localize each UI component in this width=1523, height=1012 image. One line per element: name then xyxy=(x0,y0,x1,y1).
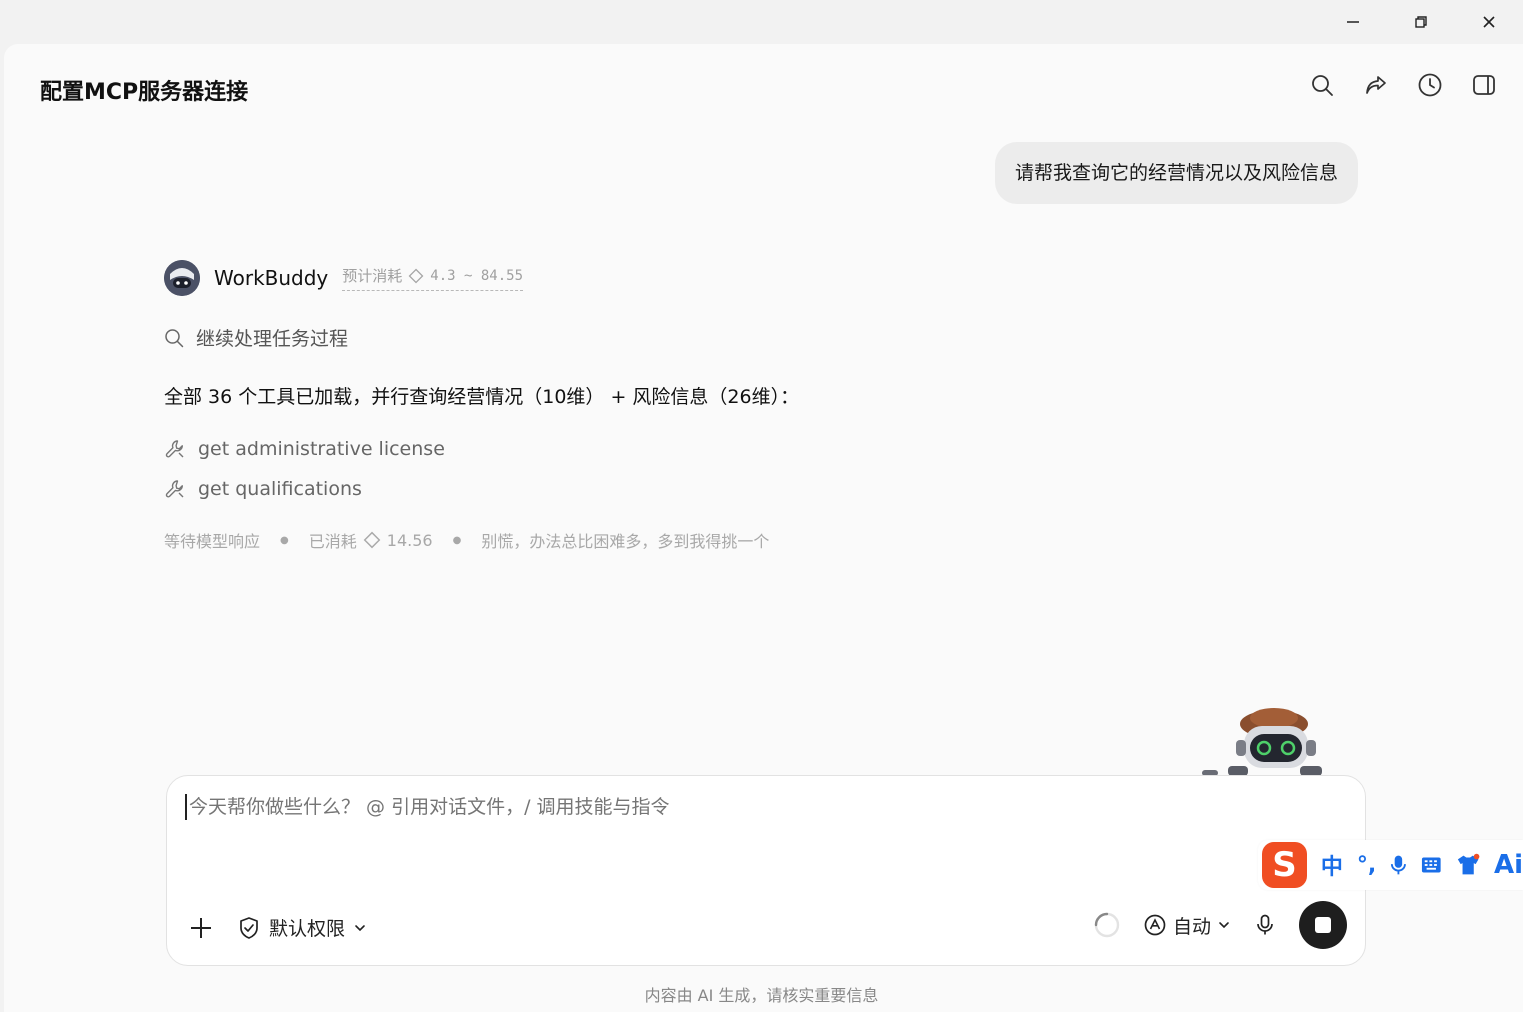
status-tip: 别慌，办法总比困难多，多到我得挑一个 xyxy=(481,532,770,551)
share-icon xyxy=(1366,76,1386,94)
composer-right-tools: 自动 xyxy=(1093,901,1347,949)
workbuddy-avatar-icon xyxy=(164,260,200,296)
close-button[interactable] xyxy=(1455,0,1523,44)
estimated-cost[interactable]: 预计消耗 4.3 ~ 84.55 xyxy=(342,265,524,291)
robot-mascot-icon xyxy=(1202,708,1322,776)
sidebar-toggle-icon xyxy=(1473,75,1495,95)
microphone-icon xyxy=(1257,914,1273,935)
status-row: 等待模型响应 ● 已消耗 14.56 ● 别慌，办法总比困难多，多到我得挑一个 xyxy=(164,528,769,552)
wrench-icon xyxy=(165,440,184,458)
tool-call-label: get administrative license xyxy=(198,438,445,460)
ime-toolbar: S 中 °, Ai xyxy=(1258,840,1523,890)
loading-spinner-icon xyxy=(1094,912,1120,938)
restore-button[interactable] xyxy=(1387,0,1455,44)
restore-icon xyxy=(1415,16,1427,28)
history-icon xyxy=(1418,73,1442,97)
share-button[interactable] xyxy=(1363,72,1389,98)
agent-name: WorkBuddy xyxy=(214,266,329,290)
consumed-label: 已消耗 xyxy=(308,532,357,551)
continue-task-row[interactable]: 继续处理任务过程 xyxy=(164,324,348,351)
mode-selector[interactable]: 自动 xyxy=(1143,912,1231,939)
tools-loaded-message: 全部 36 个工具已加载，并行查询经营情况（10维） + 风险信息（26维）： xyxy=(164,386,800,408)
stop-icon xyxy=(1315,917,1331,933)
estimated-cost-label: 预计消耗 xyxy=(342,267,403,285)
waiting-status: 等待模型响应 xyxy=(164,532,261,551)
ime-skin-icon[interactable] xyxy=(1456,853,1480,877)
ime-language-toggle[interactable]: 中 xyxy=(1321,849,1343,881)
page-title: 配置MCP服务器连接 xyxy=(40,80,249,105)
search-button[interactable] xyxy=(1309,72,1335,98)
estimated-cost-range: 4.3 ~ 84.55 xyxy=(430,267,524,284)
history-button[interactable] xyxy=(1417,72,1443,98)
separator-dot: ● xyxy=(280,534,289,546)
sidebar-toggle-button[interactable] xyxy=(1471,72,1497,98)
chevron-down-icon xyxy=(1219,922,1229,929)
wrench-icon xyxy=(165,480,184,498)
composer-left-tools: 默认权限 xyxy=(189,914,367,941)
top-toolbar xyxy=(1309,72,1497,98)
ime-ai-button[interactable]: Ai xyxy=(1494,850,1523,880)
ai-disclaimer: 内容由 AI 生成，请核实重要信息 xyxy=(644,986,879,1005)
tool-call-item[interactable]: get qualifications xyxy=(164,478,362,500)
window-controls xyxy=(1319,0,1523,44)
message-composer: 默认权限 自动 xyxy=(166,775,1366,966)
voice-input-button[interactable] xyxy=(1253,913,1277,937)
shield-check-icon xyxy=(240,916,258,939)
ime-microphone-icon[interactable] xyxy=(1390,854,1407,876)
diamond-icon xyxy=(408,268,424,283)
continue-task-text: 继续处理任务过程 xyxy=(196,328,349,350)
permission-selector[interactable]: 默认权限 xyxy=(237,914,367,941)
close-icon xyxy=(1483,16,1495,28)
tool-call-label: get qualifications xyxy=(198,478,362,500)
diamond-icon xyxy=(363,531,381,549)
mode-label: 自动 xyxy=(1172,915,1211,938)
plus-icon xyxy=(191,917,211,938)
minimize-icon xyxy=(1347,21,1359,23)
ime-keyboard-icon[interactable] xyxy=(1421,855,1442,875)
search-icon xyxy=(1312,75,1333,96)
ime-punctuation-toggle[interactable]: °, xyxy=(1357,853,1376,878)
separator-dot: ● xyxy=(452,534,462,546)
message-input[interactable] xyxy=(185,794,1185,820)
permission-label: 默认权限 xyxy=(269,918,346,940)
add-attachment-button[interactable] xyxy=(189,916,213,940)
search-icon xyxy=(165,328,184,347)
tool-call-item[interactable]: get administrative license xyxy=(164,438,445,460)
auto-mode-icon xyxy=(1144,914,1166,936)
consumed-value: 14.56 xyxy=(386,530,433,550)
agent-header: WorkBuddy 预计消耗 4.3 ~ 84.55 xyxy=(164,260,524,296)
ime-logo[interactable]: S xyxy=(1262,842,1307,888)
stop-generation-button[interactable] xyxy=(1299,901,1347,949)
chevron-down-icon xyxy=(355,924,365,931)
minimize-button[interactable] xyxy=(1319,0,1387,44)
avatar xyxy=(164,260,200,296)
user-message-bubble: 请帮我查询它的经营情况以及风险信息 xyxy=(994,142,1358,204)
